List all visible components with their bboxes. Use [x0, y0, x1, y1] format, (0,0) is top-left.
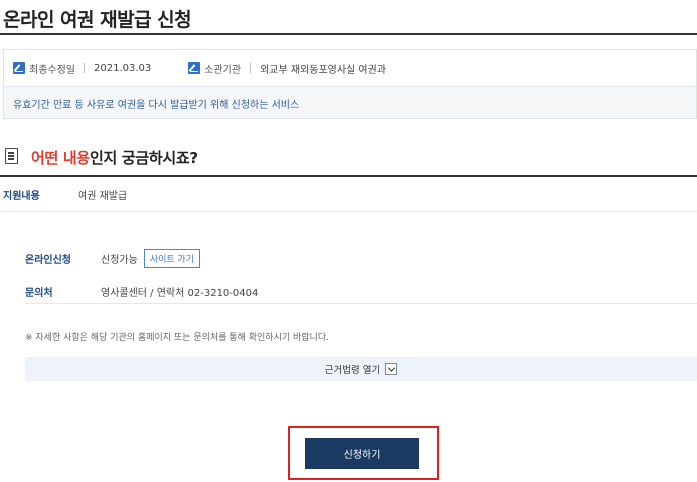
meta-row: 최종수정일 2021.03.03 소관기관 외교부 재외동포영사실 여권과: [4, 50, 696, 87]
contact-label: 문의처: [25, 288, 53, 299]
law-toggle-label: 근거법령 열기: [324, 365, 381, 376]
agency-label: 소관기관: [204, 64, 242, 76]
meta-separator: [84, 63, 85, 73]
title-divider: [0, 33, 697, 35]
notice-text: ※ 자세한 사항은 해당 기관의 홈페이지 또는 문의처를 통해 확인하시기 바…: [25, 333, 329, 343]
law-toggle-button[interactable]: 근거법령 열기: [25, 357, 697, 381]
support-row: 지원내용 여권 재발급: [0, 178, 697, 212]
section-title-rest: 인지 궁금하시죠?: [89, 149, 198, 167]
agency-value: 외교부 재외동포영사실 여권과: [260, 64, 387, 76]
chevron-down-icon[interactable]: [385, 363, 398, 375]
site-link-button[interactable]: 사이트 가기: [143, 248, 201, 268]
support-value: 여권 재발급: [78, 191, 128, 202]
online-apply-row: 온라인신청 신청가능 사이트 가기: [25, 246, 697, 270]
section-divider: [0, 175, 697, 177]
service-meta-box: 최종수정일 2021.03.03 소관기관 외교부 재외동포영사실 여권과 유효…: [3, 49, 697, 119]
contact-row: 문의처 영사콜센터 / 연락처 02-3210-0404: [25, 280, 697, 304]
service-description: 유효기간 만료 등 사유로 여권을 다시 발급받기 위해 신청하는 서비스: [13, 100, 300, 111]
section-title-highlight: 어떤 내용: [31, 149, 90, 167]
contact-value: 영사콜센터 / 연락처 02-3210-0404: [101, 288, 259, 299]
page-title: 온라인 여권 재발급 신청: [3, 9, 192, 31]
support-label: 지원내용: [3, 191, 40, 202]
apply-button[interactable]: 신청하기: [305, 438, 419, 469]
updated-label: 최종수정일: [29, 64, 75, 76]
document-icon: [5, 148, 18, 164]
meta-separator: [250, 63, 252, 73]
updated-value: 2021.03.03: [94, 62, 152, 74]
edit-icon: [188, 62, 201, 74]
section-title: 어떤 내용인지 궁금하시죠?: [31, 147, 198, 168]
online-apply-status: 신청가능: [101, 254, 138, 266]
online-apply-label: 온라인신청: [25, 254, 71, 266]
edit-icon: [13, 62, 25, 74]
